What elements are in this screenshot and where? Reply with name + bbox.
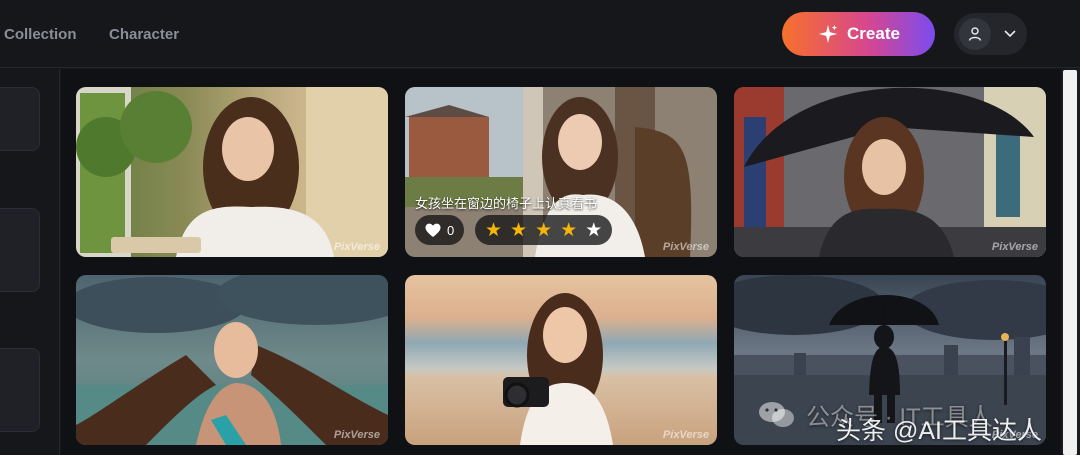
gallery-card[interactable]: 女孩坐在窗边的椅子上认真看书 0 ★ ★ ★ ★ ★ PixVerse [405,87,717,257]
gallery-card[interactable]: PixVerse [405,275,717,445]
star-filled-icon[interactable]: ★ [510,221,527,240]
card-watermark: PixVerse [662,429,709,441]
create-button[interactable]: Create [782,12,935,56]
star-filled-icon[interactable]: ★ [535,221,552,240]
avatar[interactable] [959,18,991,50]
like-button[interactable]: 0 [415,215,465,245]
nav-link-collection[interactable]: Collection [4,26,77,43]
user-icon [968,27,982,41]
gallery-card[interactable]: PixVerse [76,275,388,445]
nav-link-character[interactable]: Character [109,26,179,43]
heart-icon [425,223,441,237]
star-empty-icon[interactable]: ★ [585,221,602,240]
gallery-card[interactable]: PixVerse [734,87,1046,257]
card-watermark: PixVerse [991,241,1038,253]
top-bar: Collection Character Create [0,0,1080,68]
star-filled-icon[interactable]: ★ [560,221,577,240]
card-image [76,87,388,257]
sidebar [0,69,60,455]
card-watermark: PixVerse [333,429,380,441]
card-image [734,87,1046,257]
gallery-card[interactable]: PixVerse [76,87,388,257]
card-image [405,275,717,445]
card-title: 女孩坐在窗边的椅子上认真看书 [415,196,598,211]
card-watermark: PixVerse [662,241,709,253]
watermark-brand: 头条 @AI工具达人 [836,417,1042,445]
sparkle-icon [818,24,838,44]
like-count: 0 [447,222,455,238]
user-menu[interactable] [954,13,1027,55]
wechat-icon [759,401,794,427]
create-label: Create [847,24,900,43]
chevron-down-icon[interactable] [1002,25,1018,41]
scrollbar-thumb[interactable] [1063,70,1077,455]
toutiao-watermark: 头条 @AI工具达人 [836,411,1042,447]
card-image [76,275,388,445]
sidebar-item[interactable] [0,348,40,432]
star-filled-icon[interactable]: ★ [485,221,502,240]
sidebar-item[interactable] [0,208,40,292]
rating-stars[interactable]: ★ ★ ★ ★ ★ [475,215,613,245]
sidebar-item[interactable] [0,87,40,151]
card-watermark: PixVerse [333,241,380,253]
